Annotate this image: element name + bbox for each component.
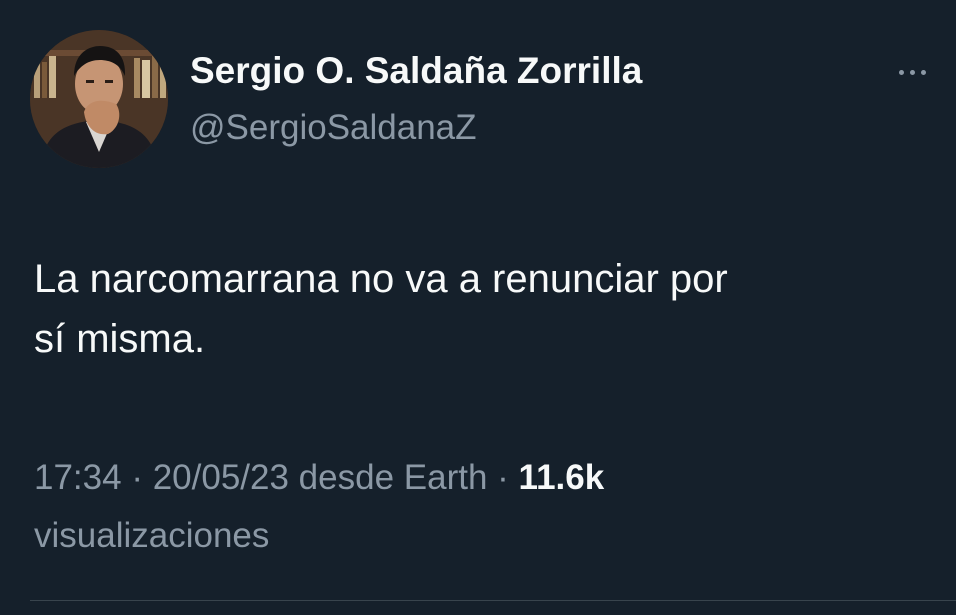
tweet-time[interactable]: 17:34 [34, 458, 122, 497]
tweet-text-line: La narcomarrana no va a renunciar por [34, 257, 728, 301]
more-options-button[interactable] [880, 50, 944, 94]
tweet-text: La narcomarrana no va a renunciar por sí… [34, 249, 934, 369]
avatar[interactable] [30, 30, 168, 168]
views-count[interactable]: 11.6k [519, 458, 605, 497]
tweet-date[interactable]: 20/05/23 [153, 458, 289, 497]
more-horizontal-icon [920, 69, 926, 75]
author-handle[interactable]: @SergioSaldanaZ [190, 104, 477, 152]
meta-separator: · [121, 458, 153, 497]
tweet: Sergio O. Saldaña Zorrilla @SergioSaldan… [0, 0, 956, 615]
tweet-text-line: sí misma. [34, 317, 206, 361]
views-label-line: visualizaciones [34, 510, 269, 562]
more-horizontal-icon [909, 69, 915, 75]
tweet-metadata: 17:34 · 20/05/23 desde Earth · 11.6k [34, 452, 604, 504]
tweet-source: desde Earth [288, 458, 488, 497]
meta-separator: · [487, 458, 519, 497]
views-label[interactable]: visualizaciones [34, 516, 269, 555]
more-horizontal-icon [898, 69, 904, 75]
divider [30, 600, 956, 601]
author-name[interactable]: Sergio O. Saldaña Zorrilla [190, 46, 642, 96]
avatar-photo [30, 30, 168, 168]
